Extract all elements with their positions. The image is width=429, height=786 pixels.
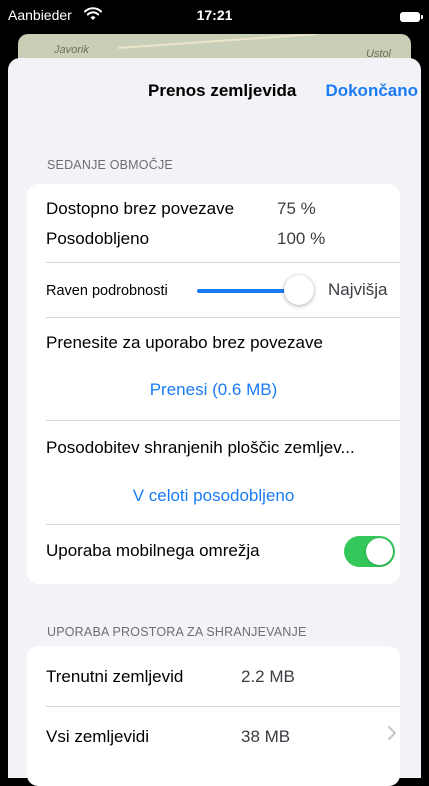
detail-level-label: Raven podrobnosti <box>46 283 168 299</box>
storage-group: Trenutni zemljevid 2.2 MB Vsi zemljevidi… <box>27 646 400 786</box>
section-header-storage: UPORABA PROSTORA ZA SHRANJEVANJE <box>47 625 307 639</box>
current-map-value: 2.2 MB <box>241 667 295 686</box>
download-row: Prenesite za uporabo brez povezave Prene… <box>27 318 400 420</box>
update-row: Posodobitev shranjenih ploščic zemljev..… <box>27 421 400 524</box>
area-group: Dostopno brez povezave 75 % Posodobljeno… <box>27 184 400 584</box>
all-maps-value: 38 MB <box>241 727 291 746</box>
clock: 17:21 <box>196 7 233 23</box>
battery-icon <box>400 12 423 22</box>
chevron-right-icon <box>387 725 397 746</box>
slider-thumb[interactable] <box>284 275 314 305</box>
current-map-row: Trenutni zemljevid 2.2 MB <box>27 646 400 706</box>
cellular-toggle[interactable] <box>344 536 395 567</box>
detail-level-value: Najvišja <box>328 280 388 299</box>
cellular-row: Uporaba mobilnega omrežja <box>27 525 400 580</box>
cellular-label: Uporaba mobilnega omrežja <box>46 541 260 560</box>
all-maps-row[interactable]: Vsi zemljevidi 38 MB <box>27 707 400 767</box>
update-status-button[interactable]: V celoti posodobljeno <box>27 486 400 506</box>
status-bar: Aanbieder 17:21 <box>0 0 429 30</box>
done-button[interactable]: Dokončano <box>325 81 418 101</box>
download-title: Prenesite za uporabo brez povezave <box>46 333 323 352</box>
download-button[interactable]: Prenesi (0.6 MB) <box>27 380 400 400</box>
updated-label: Posodobljeno <box>46 229 150 248</box>
section-header-area: SEDANJE OBMOČJE <box>47 158 173 172</box>
update-title: Posodobitev shranjenih ploščic zemljev..… <box>46 438 355 457</box>
detail-level-slider[interactable] <box>197 289 297 293</box>
all-maps-label: Vsi zemljevidi <box>46 727 149 746</box>
offline-label: Dostopno brez povezave <box>46 199 235 218</box>
offline-status-row: Dostopno brez povezave 75 % Posodobljeno… <box>27 184 400 260</box>
detail-level-row: Raven podrobnosti Najvišja <box>27 263 400 317</box>
toggle-knob <box>366 538 393 565</box>
offline-value: 75 % <box>277 199 316 218</box>
map-label: Javorik <box>54 44 89 56</box>
updated-value: 100 % <box>277 229 326 248</box>
current-map-label: Trenutni zemljevid <box>46 667 184 686</box>
map-road <box>118 34 318 49</box>
download-sheet: Prenos zemljevida Dokončano SEDANJE OBMO… <box>8 58 421 786</box>
page-title: Prenos zemljevida <box>148 81 297 100</box>
